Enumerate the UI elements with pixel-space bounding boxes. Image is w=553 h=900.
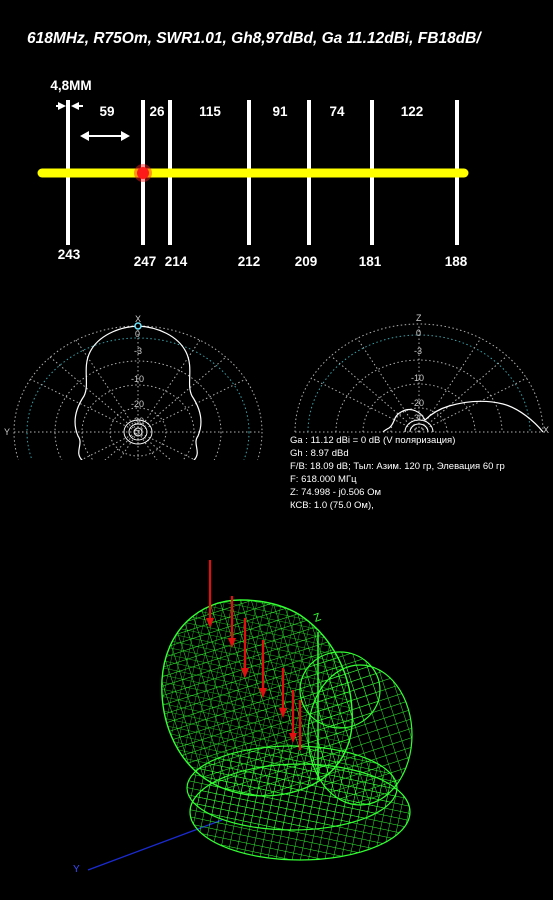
polar-h-ring-label: -30 [131,416,145,426]
spacing-label: 122 [400,104,424,119]
antenna-layout-diagram [37,100,469,245]
element-length-label: 243 [57,247,81,262]
polar-v-ring-label: -3 [414,346,423,356]
polar-h-ring-label: -20 [131,399,145,409]
spacing-label: 91 [272,104,288,119]
antenna-info-panel: Ga : 11.12 dBi = 0 dB (V поляризация) Gh… [290,434,505,512]
polar-h-top-axis: X [135,314,142,324]
info-line: F: 618.000 МГц [290,474,357,485]
element-length-label: 212 [237,254,261,269]
info-line: Z: 74.998 - j0.506 Ом [290,487,382,498]
vertical-pattern [382,400,544,433]
polar-v-ring-label: 0 [416,328,422,338]
info-line: F/B: 18.09 dB; Тыл: Азим. 120 гр, Элевац… [290,461,505,472]
polar-v-side-axis: X [543,425,550,435]
polar-v-ring-label: -20 [411,398,425,408]
element-length-label: 214 [164,254,188,269]
polar-h-ring-label: -3 [134,346,143,356]
polar-v-ring-label: -30 [411,413,425,423]
spacing-double-arrow [80,131,130,141]
spacing-label: 74 [329,104,345,119]
y-axis-label-3d: Y [73,864,80,875]
spacing-label: 115 [199,104,221,119]
antenna-report: { "title": "618MHz, R75Om, SWR1.01, Gh8,… [0,0,553,900]
radiation-pattern-3d [87,560,413,871]
polar-h-side-axis: Y [4,427,11,437]
polar-h-ring-label: 0 [135,329,141,339]
info-line: КСВ: 1.0 (75.0 Ом), [290,500,374,511]
info-line: Gh : 8.97 dBd [290,448,349,459]
element-gap-label: 4,8MM [50,78,92,93]
element-length-label: 247 [133,254,157,269]
polar-h-ring-label: -10 [131,374,145,384]
spacing-label: 26 [149,104,165,119]
element-length-label: 209 [294,254,318,269]
element-length-label: 188 [444,254,468,269]
polar-v-ring-label: -10 [411,373,425,383]
spacing-label: 59 [99,104,115,119]
info-line: Ga : 11.12 dBi = 0 dB (V поляризация) [290,435,456,446]
polar-v-top-axis: Z [416,313,422,323]
element-length-label: 181 [358,254,382,269]
